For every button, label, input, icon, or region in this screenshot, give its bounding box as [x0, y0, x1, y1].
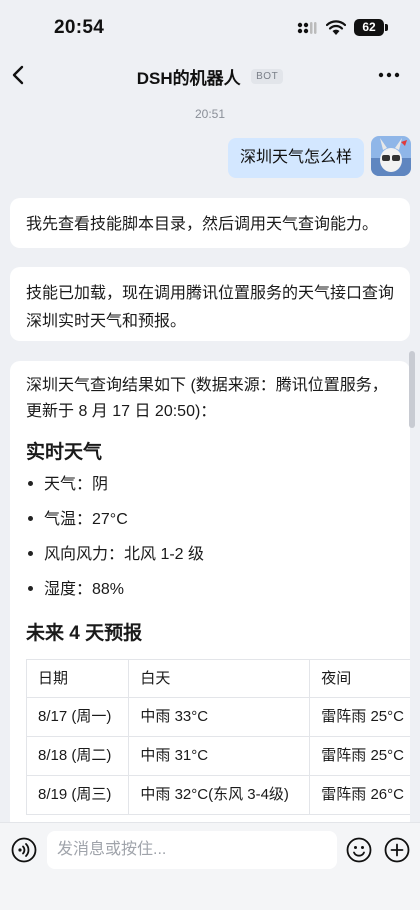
more-icon[interactable]	[378, 67, 400, 83]
bot-message-bubble[interactable]: 技能已加载，现在调用腾讯位置服务的天气接口查询深圳实时天气和预报。	[10, 267, 410, 341]
avatar[interactable]	[371, 136, 411, 176]
status-time: 20:54	[54, 17, 105, 38]
signal-icon	[297, 22, 317, 34]
user-message-bubble[interactable]: 深圳天气怎么样	[227, 138, 364, 178]
column-header: 日期	[25, 659, 130, 698]
status-bar: 20:54 62	[0, 0, 420, 54]
bot-badge: BOT	[251, 69, 284, 84]
battery-tip	[385, 24, 388, 31]
forecast-table: 日期 白天 夜间 8/17 (周一) 中雨 33°C 雷阵雨 25°C 8/18…	[25, 659, 410, 815]
chat-screen: 20:54 62 DSH的机器人 BOT 20:51 深圳天气怎么样 我先查看技…	[0, 0, 420, 910]
battery-indicator: 62	[354, 19, 384, 36]
table-cell: 8/17 (周一)	[25, 697, 130, 737]
weather-intro: 深圳天气查询结果如下 (数据来源：腾讯位置服务，更新于 8 月 17 日 20:…	[26, 377, 388, 420]
table-cell: 雷阵雨 25°C	[309, 697, 410, 737]
bot-message-bubble[interactable]: 我先查看技能脚本目录，然后调用天气查询能力。	[10, 198, 410, 248]
plus-icon[interactable]	[384, 837, 410, 863]
message-timestamp: 20:51	[194, 107, 226, 121]
message-input[interactable]	[47, 831, 337, 869]
column-header: 夜间	[309, 659, 410, 698]
table-cell: 雷阵雨 26°C	[309, 775, 410, 815]
table-cell: 8/19 (周三)	[25, 775, 130, 815]
table-header-row: 日期 白天 夜间	[25, 659, 410, 698]
table-cell: 雷阵雨 25°C	[309, 736, 410, 776]
table-cell: 中雨 33°C	[128, 697, 311, 737]
column-header: 白天	[128, 659, 311, 698]
table-cell: 中雨 31°C	[128, 736, 311, 776]
table-row: 8/18 (周二) 中雨 31°C 雷阵雨 25°C	[25, 736, 410, 776]
emoji-icon[interactable]	[346, 837, 372, 863]
list-item: 湿度：88%	[26, 572, 394, 607]
table-cell: 中雨 32°C(东风 3-4级)	[128, 775, 311, 815]
list-item: 天气：阴	[26, 467, 394, 502]
voice-icon[interactable]	[11, 837, 37, 863]
realtime-heading: 实时天气	[26, 442, 103, 463]
table-row: 8/17 (周一) 中雨 33°C 雷阵雨 25°C	[25, 697, 410, 737]
wifi-icon	[326, 20, 346, 35]
weather-result-bubble[interactable]: 深圳天气查询结果如下 (数据来源：腾讯位置服务，更新于 8 月 17 日 20:…	[10, 361, 410, 831]
nav-bar: DSH的机器人 BOT	[0, 54, 420, 96]
scrollbar[interactable]	[409, 351, 415, 428]
table-row: 8/19 (周三) 中雨 32°C(东风 3-4级) 雷阵雨 26°C	[25, 775, 410, 815]
forecast-heading: 未来 4 天预报	[26, 623, 143, 644]
list-item: 风向风力：北风 1-2 级	[26, 537, 394, 572]
nav-title-group: DSH的机器人 BOT	[0, 64, 420, 89]
message-input-bar	[0, 822, 420, 910]
table-cell: 8/18 (周二)	[25, 736, 130, 776]
chat-title: DSH的机器人	[136, 69, 241, 88]
list-item: 气温：27°C	[26, 502, 394, 537]
